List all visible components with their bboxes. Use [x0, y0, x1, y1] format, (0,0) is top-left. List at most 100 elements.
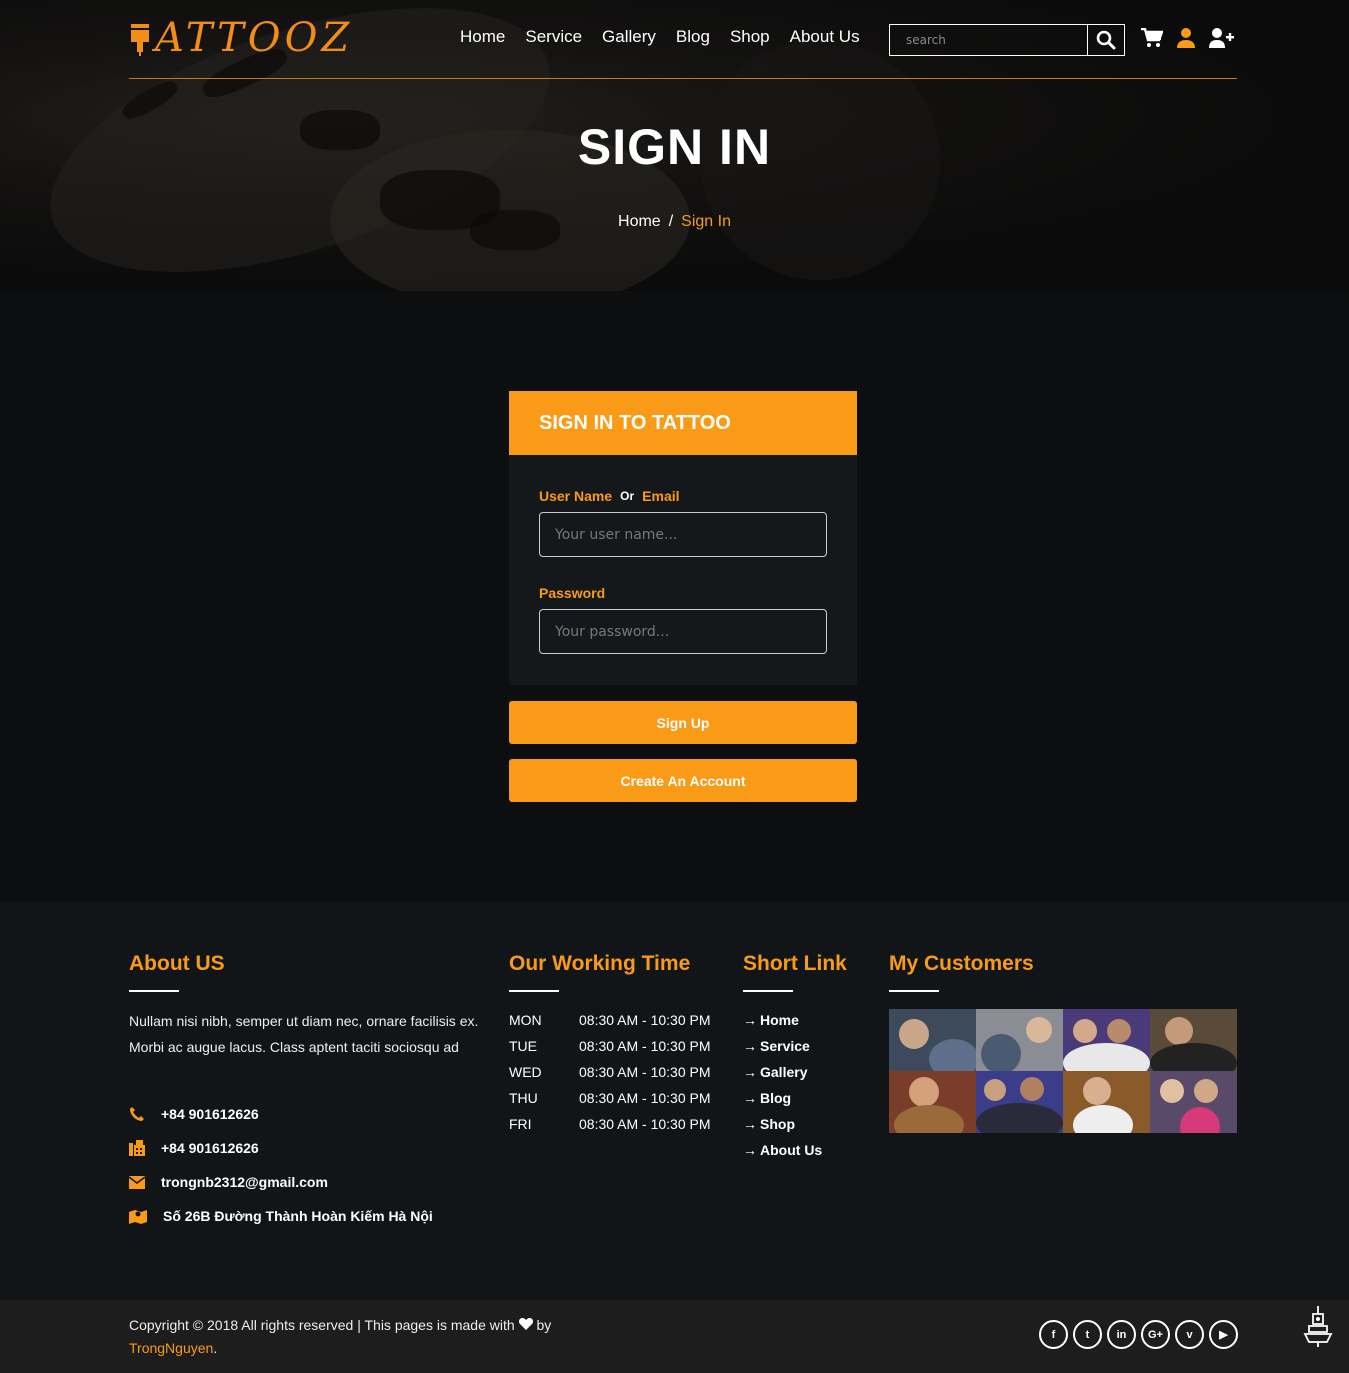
short-link-label: Shop	[760, 1116, 795, 1132]
copyright-period: .	[213, 1340, 218, 1356]
google-plus-icon[interactable]: G+	[1141, 1320, 1170, 1349]
username-label-text: User Name	[539, 488, 613, 504]
author-link[interactable]: TrongNguyen	[129, 1340, 213, 1356]
short-link-about-us[interactable]: → About Us	[743, 1142, 822, 1168]
hours-day: WED	[509, 1064, 542, 1080]
customer-photo[interactable]	[1063, 1009, 1150, 1071]
map-icon	[129, 1210, 147, 1224]
hours-row: FRI 08:30 AM - 10:30 PM	[509, 1116, 711, 1142]
about-text: Nullam nisi nibh, semper ut diam nec, or…	[129, 1013, 479, 1055]
customer-photo[interactable]	[889, 1071, 976, 1133]
short-link-label: Home	[760, 1012, 799, 1028]
main-nav: Home Service Gallery Blog Shop About Us	[460, 27, 860, 47]
arrow-right-icon: →	[743, 1012, 757, 1028]
site-header: ATTOOZ Home Service Gallery Blog Shop Ab…	[129, 0, 1237, 79]
short-link-blog[interactable]: → Blog	[743, 1090, 822, 1116]
customers-heading: My Customers	[889, 952, 1034, 992]
contact-phone: +84 901612626	[129, 1106, 259, 1122]
short-link-shop[interactable]: → Shop	[743, 1116, 822, 1142]
hours-day: FRI	[509, 1116, 532, 1132]
short-link-service[interactable]: → Service	[743, 1038, 822, 1064]
vimeo-icon[interactable]: v	[1175, 1320, 1204, 1349]
search-box	[889, 24, 1125, 56]
customer-photo[interactable]	[1150, 1009, 1237, 1071]
breadcrumb-current: Sign In	[681, 213, 731, 230]
fax-text: +84 901612626	[161, 1140, 259, 1156]
customer-photo[interactable]	[1063, 1071, 1150, 1133]
username-label-or: Or	[620, 489, 635, 503]
heart-icon	[518, 1318, 533, 1330]
arrow-right-icon: →	[743, 1116, 757, 1132]
contact-email: trongnb2312@gmail.com	[129, 1174, 328, 1190]
bottom-bar: Copyright © 2018 All rights reserved | T…	[0, 1300, 1349, 1373]
short-link-gallery[interactable]: → Gallery	[743, 1064, 822, 1090]
arrow-right-icon: →	[743, 1090, 757, 1106]
social-links: f t in G+ v ▶	[1039, 1320, 1238, 1349]
site-logo[interactable]: ATTOOZ	[129, 15, 354, 61]
youtube-icon[interactable]: ▶	[1209, 1320, 1238, 1349]
hours-time: 08:30 AM - 10:30 PM	[579, 1038, 711, 1054]
nav-about-us[interactable]: About Us	[790, 27, 860, 47]
nav-service[interactable]: Service	[525, 27, 582, 47]
customer-photo[interactable]	[889, 1009, 976, 1071]
username-input[interactable]	[539, 512, 827, 557]
user-icon[interactable]	[1177, 28, 1195, 48]
arrow-right-icon: →	[743, 1064, 757, 1080]
cart-icon[interactable]	[1141, 28, 1163, 48]
breadcrumb-separator: /	[668, 213, 674, 230]
contact-address: Số 26B Đường Thành Hoàn Kiếm Hà Nội	[129, 1208, 433, 1224]
phone-text[interactable]: +84 901612626	[161, 1106, 259, 1122]
short-link-home[interactable]: → Home	[743, 1012, 822, 1038]
hours-row: WED 08:30 AM - 10:30 PM	[509, 1064, 711, 1090]
customer-gallery	[889, 1009, 1237, 1133]
nav-home[interactable]: Home	[460, 27, 505, 47]
arrow-right-icon: →	[743, 1038, 757, 1054]
customer-photo[interactable]	[976, 1071, 1063, 1133]
user-plus-icon[interactable]	[1209, 28, 1234, 48]
short-links: → Home → Service → Gallery → Blog → Shop → Abo…	[743, 1012, 822, 1168]
short-link-label: Service	[760, 1038, 810, 1054]
facebook-icon[interactable]: f	[1039, 1320, 1068, 1349]
nav-gallery[interactable]: Gallery	[602, 27, 656, 47]
search-input[interactable]	[890, 25, 1087, 55]
signin-form: User Name Or Email Password	[509, 455, 857, 685]
password-input[interactable]	[539, 609, 827, 654]
customer-photo[interactable]	[976, 1009, 1063, 1071]
fax-icon	[129, 1140, 145, 1156]
hours-day: THU	[509, 1090, 538, 1106]
nav-shop[interactable]: Shop	[730, 27, 770, 47]
phone-icon	[130, 1107, 144, 1121]
hours-time: 08:30 AM - 10:30 PM	[579, 1116, 711, 1132]
email-text[interactable]: trongnb2312@gmail.com	[161, 1174, 328, 1190]
working-hours: MON 08:30 AM - 10:30 PM TUE 08:30 AM - 10:…	[509, 1012, 711, 1142]
hero-banner: ATTOOZ Home Service Gallery Blog Shop Ab…	[0, 0, 1349, 291]
create-account-button[interactable]: Create An Account	[509, 759, 857, 802]
signup-button[interactable]: Sign Up	[509, 701, 857, 744]
hours-day: TUE	[509, 1038, 537, 1054]
username-label: User Name Or Email	[539, 488, 827, 504]
hours-row: MON 08:30 AM - 10:30 PM	[509, 1012, 711, 1038]
signin-card: SIGN IN TO TATTOO User Name Or Email Pas…	[509, 391, 857, 802]
hours-row: THU 08:30 AM - 10:30 PM	[509, 1090, 711, 1116]
contact-fax: +84 901612626	[129, 1140, 259, 1156]
site-footer: About US Nullam nisi nibh, semper ut dia…	[0, 902, 1349, 1300]
back-to-top-icon[interactable]	[1297, 1304, 1339, 1348]
address-text: Số 26B Đường Thành Hoàn Kiếm Hà Nội	[163, 1208, 433, 1224]
about-heading: About US	[129, 952, 225, 992]
hours-time: 08:30 AM - 10:30 PM	[579, 1064, 711, 1080]
page-title: SIGN IN	[577, 119, 772, 175]
short-link-label: Blog	[760, 1090, 792, 1106]
hours-row: TUE 08:30 AM - 10:30 PM	[509, 1038, 711, 1064]
breadcrumb-home[interactable]: Home	[618, 213, 661, 230]
search-button[interactable]	[1087, 25, 1124, 55]
nav-blog[interactable]: Blog	[676, 27, 710, 47]
linkedin-icon[interactable]: in	[1107, 1320, 1136, 1349]
password-label: Password	[539, 585, 606, 601]
hours-time: 08:30 AM - 10:30 PM	[579, 1012, 711, 1028]
customer-photo[interactable]	[1150, 1071, 1237, 1133]
short-link-label: About Us	[760, 1142, 823, 1158]
twitter-icon[interactable]: t	[1073, 1320, 1102, 1349]
envelope-icon	[129, 1175, 145, 1189]
copyright-by: by	[536, 1317, 552, 1333]
logo-text: ATTOOZ	[155, 15, 354, 61]
